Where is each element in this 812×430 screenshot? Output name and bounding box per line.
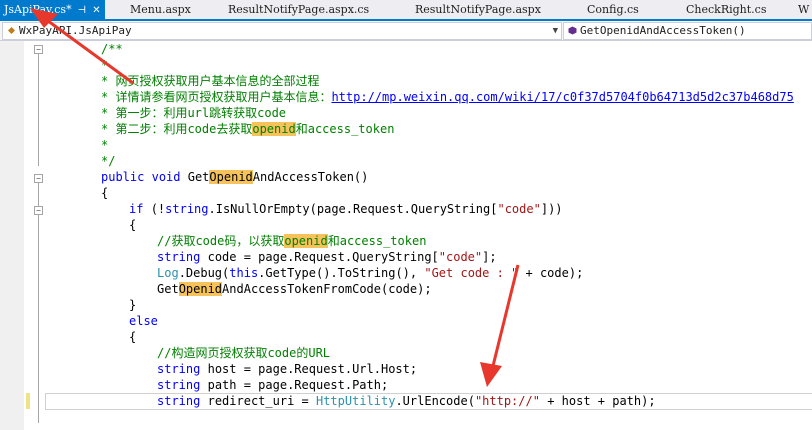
annotation-arrows: [30, 8, 520, 387]
annotation-arrow-code: [480, 264, 520, 387]
annotation-arrow-tab: [30, 8, 134, 85]
